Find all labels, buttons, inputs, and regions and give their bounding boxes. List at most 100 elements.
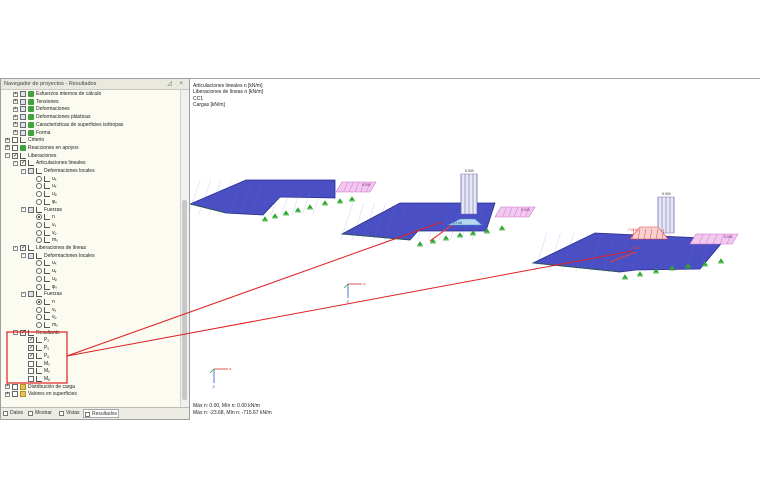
release-icon [36,375,42,382]
grid-checkbox-icon[interactable] [28,206,34,213]
grid-checkbox-icon[interactable] [20,121,26,128]
load-label: 5.000 [362,183,371,187]
tree-item[interactable]: + Valores en superficies [1,390,179,398]
radio-button[interactable] [36,183,42,190]
viewport-minmax: Máx n: 0.00, Mín n: 0.00 kN/m Máx n: -23… [193,403,272,416]
support-icon [283,210,289,216]
expand-icon[interactable]: + [5,145,10,151]
release-icon [44,322,50,328]
global-axis-y [209,368,215,374]
support-icon [457,232,463,238]
release-icon [44,221,50,228]
checkbox[interactable]: ✓ [28,345,34,352]
result-label: -23.68 [452,221,462,225]
radio-button[interactable] [36,221,42,228]
radio-button[interactable] [36,214,42,221]
collapse-icon[interactable]: - [21,207,26,212]
radio-button[interactable] [36,229,42,236]
info-line: Liberaciones de líneas n [kN/m] [193,89,264,96]
radio-button[interactable] [36,298,42,305]
model-scene: 5.000 5.000 5.000 5.000 5.000 -23.68 -715.67 -7… [190,169,739,389]
grid-checkbox-icon[interactable] [20,98,26,105]
radio-button[interactable] [36,322,42,328]
release-icon [36,252,42,259]
checkbox[interactable] [28,360,34,367]
result-label: -715.67 [627,228,639,232]
expand-icon[interactable]: + [13,91,18,97]
expand-icon[interactable]: + [13,122,18,128]
expand-icon[interactable]: + [13,106,18,112]
radio-button[interactable] [36,175,42,182]
checkbox[interactable] [28,368,34,375]
scrollbar-thumb[interactable] [182,200,187,400]
support-icon [349,196,355,202]
support-icon [295,207,301,213]
checkbox[interactable] [28,375,34,382]
load-label: 5.000 [724,235,733,239]
project-navigator-panel: Navegador de proyectos - Resultados ◿ × … [0,78,190,420]
checkbox[interactable] [12,144,18,151]
checkbox[interactable] [12,383,18,390]
release-icon [28,160,34,167]
result-type-icon [28,106,34,113]
checkbox[interactable]: ✓ [20,329,26,336]
grid-checkbox-icon[interactable] [20,129,26,136]
collapse-icon[interactable]: - [13,245,18,251]
tree-scrollbar[interactable] [180,90,189,408]
support-icon [637,271,643,277]
radio-button[interactable] [36,314,42,321]
expand-icon[interactable]: + [13,99,18,105]
radio-button[interactable] [36,237,42,244]
expand-icon[interactable]: + [5,137,10,143]
checkbox[interactable] [12,137,18,144]
expand-icon[interactable]: + [13,114,18,120]
collapse-icon[interactable]: - [21,253,26,259]
collapse-icon[interactable]: - [5,153,10,159]
collapse-icon[interactable]: - [13,330,18,336]
result-type-icon [28,91,34,97]
radio-button[interactable] [36,191,42,198]
release-icon [44,175,50,182]
radio-button[interactable] [36,283,42,290]
support-icon [307,204,313,210]
radio-button[interactable] [36,306,42,313]
collapse-icon[interactable]: - [21,168,26,174]
expand-icon[interactable]: + [5,391,10,397]
model-viewport[interactable]: 5.000 5.000 5.000 5.000 5.000 -23.68 -715.67 -7… [190,78,760,420]
collapse-icon[interactable]: - [21,291,26,297]
checkbox[interactable] [12,391,18,398]
result-label: -715.67 [630,246,642,250]
release-icon [36,352,42,359]
tab-resultados[interactable]: Resultados [83,409,119,418]
release-icon [44,214,50,221]
checkbox[interactable]: ✓ [12,152,18,159]
checkbox[interactable]: ✓ [28,337,34,344]
release-icon [44,268,50,275]
checkbox[interactable]: ✓ [28,352,34,359]
grid-checkbox-icon[interactable] [28,168,34,174]
grid-checkbox-icon[interactable] [20,114,26,121]
radio-button[interactable] [36,260,42,267]
results-tree: + Esfuerzos internos de cálculo + Tensiones… [1,90,181,408]
expand-icon[interactable]: + [13,130,18,135]
navigator-pin-close-icons[interactable]: ◿ × [167,79,186,90]
collapse-icon[interactable]: - [13,160,18,166]
viewport-info: Articulaciones lineales n [kN/m] Liberac… [193,83,263,109]
release-icon [28,245,34,251]
expand-icon[interactable]: + [5,384,10,390]
minmax-line: Máx n: 0.00, Mín n: 0.00 kN/m [193,403,260,410]
checkbox[interactable]: ✓ [20,245,26,251]
grid-checkbox-icon[interactable] [20,106,26,113]
radio-button[interactable] [36,198,42,205]
release-icon [36,345,42,352]
grid-checkbox-icon[interactable] [28,291,34,298]
release-icon [36,291,42,298]
radio-button[interactable] [36,275,42,282]
release-icon [44,314,50,321]
grid-checkbox-icon[interactable] [20,91,26,97]
result-type-icon [28,98,34,105]
grid-checkbox-icon[interactable] [28,252,34,259]
display-icon [28,411,33,416]
radio-button[interactable] [36,268,42,275]
checkbox[interactable]: ✓ [20,160,26,167]
